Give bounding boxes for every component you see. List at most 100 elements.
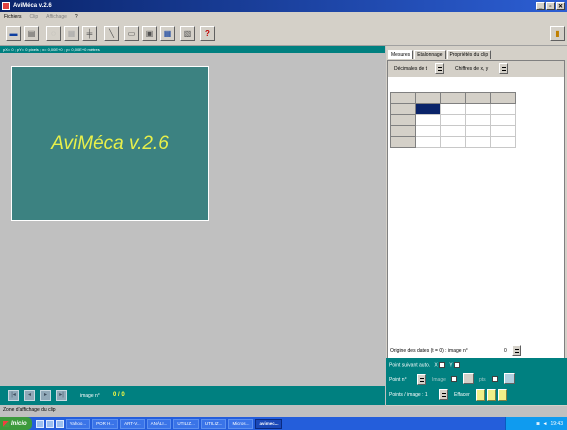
effacer-label: Effacer [454,392,470,398]
table-icon[interactable]: ▦ [160,26,175,41]
window-icon[interactable]: ▭ [124,26,139,41]
grid-icon[interactable]: ▦ [64,26,79,41]
point-controls: Point suivant auto. X Y Point n° Image p… [386,358,567,405]
table-cell[interactable] [465,136,491,148]
table-cell[interactable] [440,114,466,126]
close-button[interactable]: ✕ [556,2,565,10]
table-row [390,92,516,104]
tab-etalonnage[interactable]: Etalonnage [414,50,446,59]
save-icon[interactable]: ▤ [24,26,39,41]
point-number-spinner[interactable] [417,374,426,385]
table-cell[interactable] [415,136,441,148]
origin-value: 0 [504,348,507,354]
image-check-label: Image [432,377,446,383]
point-suivant-row: Point suivant auto. X Y [389,362,460,368]
panel-tabs: Mesures Etalonnage Propriétés du clip [388,50,492,59]
window-title: AviMéca v.2.6 [13,3,52,9]
start-button[interactable]: Inicio [0,417,32,430]
table-cell[interactable] [465,103,491,115]
frames-icon[interactable]: ▣ [142,26,157,41]
next-frame-icon[interactable]: ▸ [40,390,51,401]
decimales-spinner[interactable] [435,63,444,74]
table-row [390,125,516,137]
row-header-cell [390,136,416,148]
last-frame-icon[interactable]: ▸| [56,390,67,401]
mesures-tab-body: Décimales de t Chiffres de x, y [387,60,565,385]
image-checkbox[interactable] [451,376,457,382]
row-header-cell [390,125,416,137]
media-icon[interactable] [45,419,54,428]
table-cell[interactable] [490,114,516,126]
table-row [390,114,516,126]
zoom-icon[interactable]: ◌ [46,26,61,41]
chiffres-spinner[interactable] [499,63,508,74]
desktop-icon[interactable] [55,419,64,428]
point-number-label: Point n° [389,377,407,383]
taskbar-item-art[interactable]: ART-V... [120,418,145,429]
taskbar-item-por[interactable]: POR H... [92,418,119,429]
scale-icon[interactable]: ╲ [104,26,119,41]
table-cell[interactable] [415,114,441,126]
clock: 19:43 [550,420,563,427]
taskbar-item-yahoo[interactable]: Yahoo... [65,418,91,429]
header-cell [390,92,416,104]
origin-spinner[interactable] [512,345,521,356]
clip-frame[interactable]: AviMéca v.2.6 [11,66,209,221]
exit-icon[interactable]: ▮ [550,26,565,41]
network-icon[interactable]: ◙ [537,421,540,427]
decimals-controls: Décimales de t Chiffres de x, y [388,61,564,77]
x-checkbox[interactable] [439,362,446,368]
previous-frame-icon[interactable]: ◂ [24,390,35,401]
table-cell[interactable] [490,125,516,137]
minimize-button[interactable]: _ [536,2,545,10]
y-checkbox[interactable] [453,362,460,368]
erase-table-button[interactable] [498,389,507,401]
menu-help[interactable]: ? [75,14,78,20]
taskbar-item-utiliz-2[interactable]: UTILIZ... [200,418,227,429]
table-cell[interactable] [440,125,466,137]
table-cell[interactable] [415,125,441,137]
taskbar-item-analisis[interactable]: ANÁLI... [146,418,172,429]
points-image-spinner[interactable] [439,389,448,400]
menu-clip[interactable]: Clip [30,14,39,20]
table-cell[interactable] [440,103,466,115]
table-row [390,103,516,115]
start-label: Inicio [11,420,27,427]
help-button[interactable]: ? [200,26,215,41]
open-clip-icon[interactable]: ▬ [6,26,21,41]
volume-icon[interactable]: ◄ [543,421,548,427]
export-icon[interactable]: ▧ [180,26,195,41]
table-cell[interactable] [440,136,466,148]
header-cell [465,92,491,104]
pts-checkbox[interactable] [492,376,498,382]
marker-button[interactable] [463,373,474,384]
clip-display-zone[interactable]: AviMéca v.2.6 [0,53,385,386]
window-controls: _ ▫ ✕ [536,2,565,10]
taskbar-item-avimeca[interactable]: avimec... [255,418,283,429]
table-cell[interactable] [490,103,516,115]
color-button[interactable] [504,373,515,384]
maximize-button[interactable]: ▫ [546,2,555,10]
menu-fichiers[interactable]: Fichiers [4,14,22,20]
selected-cell[interactable] [415,103,441,115]
table-cell[interactable] [465,114,491,126]
taskbar-item-utiliz-1[interactable]: UTILIZ... [173,418,199,429]
menu-bar: Fichiers Clip Affichage ? [0,12,567,22]
taskbar-item-micros[interactable]: Micros... [228,418,254,429]
decimales-label: Décimales de t [394,66,428,72]
header-cell [490,92,516,104]
table-row [390,136,516,148]
menu-affichage[interactable]: Affichage [46,14,67,20]
windows-logo-icon [3,420,9,427]
tab-proprietes[interactable]: Propriétés du clip [446,50,492,59]
erase-all-button[interactable] [487,389,496,401]
first-frame-icon[interactable]: |◂ [8,390,19,401]
header-cell [440,92,466,104]
zone-label: Zone d'affichage du clip [3,407,56,413]
browser-icon[interactable] [35,419,44,428]
axes-icon[interactable]: ╪ [82,26,97,41]
table-cell[interactable] [490,136,516,148]
erase-one-button[interactable] [476,389,485,401]
table-cell[interactable] [465,125,491,137]
tab-mesures[interactable]: Mesures [388,50,414,59]
